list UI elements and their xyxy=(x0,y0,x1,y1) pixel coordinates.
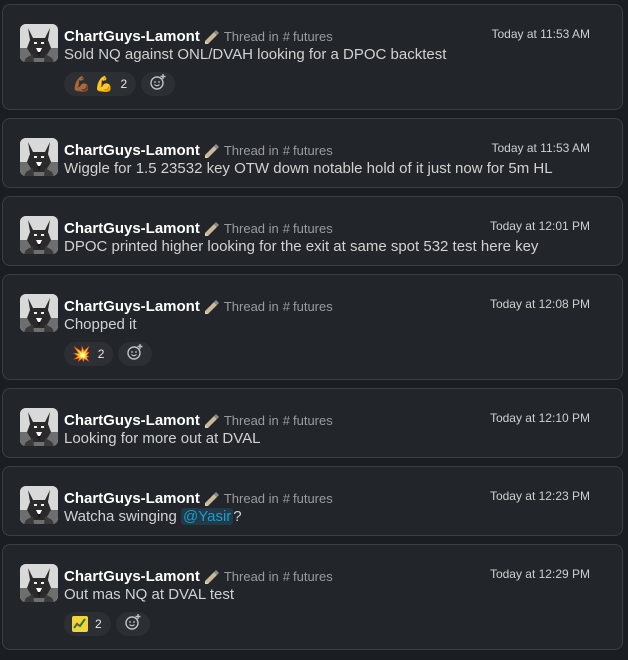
pencil-status-icon xyxy=(203,412,220,429)
message-card[interactable]: ChartGuys-Lamont Thread in # futures Tod… xyxy=(2,196,623,266)
hash-icon: # xyxy=(282,28,290,44)
pencil-status-icon xyxy=(203,298,220,315)
message-header: ChartGuys-Lamont Thread in # futures xyxy=(64,409,333,431)
reaction-pill[interactable]: 💥 2 xyxy=(64,342,114,366)
pencil-status-icon xyxy=(203,142,220,159)
author-name[interactable]: ChartGuys-Lamont xyxy=(64,490,200,507)
collision-emoji: 💥 xyxy=(72,345,91,363)
user-mention[interactable]: @Yasir xyxy=(181,508,234,525)
message-text: Chopped it xyxy=(64,316,137,333)
message-text-part: Watcha swinging xyxy=(64,508,181,525)
message-text: DPOC printed higher looking for the exit… xyxy=(64,238,539,255)
timestamp[interactable]: Today at 12:10 PM xyxy=(490,411,590,425)
channel-link[interactable]: futures xyxy=(293,569,333,584)
custom-chart-emoji xyxy=(72,616,88,632)
message-card[interactable]: ChartGuys-Lamont Thread in # futures Tod… xyxy=(2,388,623,458)
author-name[interactable]: ChartGuys-Lamont xyxy=(64,28,200,45)
message-text: Sold NQ against ONL/DVAH looking for a D… xyxy=(64,46,447,63)
reaction-pill[interactable]: 💪🏾 💪 2 xyxy=(64,72,137,96)
message-card[interactable]: ChartGuys-Lamont Thread in # futures Tod… xyxy=(2,4,623,110)
message-text: Wiggle for 1.5 23532 key OTW down notabl… xyxy=(64,160,553,177)
pencil-status-icon xyxy=(203,568,220,585)
timestamp[interactable]: Today at 12:01 PM xyxy=(490,219,590,233)
hash-icon: # xyxy=(282,568,290,584)
add-reaction-button[interactable] xyxy=(118,342,153,366)
add-reaction-button[interactable] xyxy=(115,612,150,636)
message-header: ChartGuys-Lamont Thread in # futures xyxy=(64,565,333,587)
channel-link[interactable]: futures xyxy=(293,413,333,428)
author-name[interactable]: ChartGuys-Lamont xyxy=(64,142,200,159)
timestamp[interactable]: Today at 12:29 PM xyxy=(490,567,590,581)
thread-prefix: Thread in xyxy=(223,28,279,44)
avatar[interactable] xyxy=(20,486,58,524)
hash-icon: # xyxy=(282,220,290,236)
message-header: ChartGuys-Lamont Thread in # futures xyxy=(64,295,333,317)
hash-icon: # xyxy=(282,142,290,158)
channel-link[interactable]: futures xyxy=(293,299,333,314)
message-header: ChartGuys-Lamont Thread in # futures xyxy=(64,25,333,47)
channel-link[interactable]: futures xyxy=(293,221,333,236)
avatar[interactable] xyxy=(20,408,58,446)
author-name[interactable]: ChartGuys-Lamont xyxy=(64,298,200,315)
pencil-status-icon xyxy=(203,28,220,45)
avatar[interactable] xyxy=(20,138,58,176)
channel-link[interactable]: futures xyxy=(293,29,333,44)
add-reaction-icon xyxy=(124,613,142,636)
channel-link[interactable]: futures xyxy=(293,143,333,158)
reaction-count: 2 xyxy=(95,617,102,631)
avatar[interactable] xyxy=(20,216,58,254)
timestamp[interactable]: Today at 12:23 PM xyxy=(490,489,590,503)
pencil-status-icon xyxy=(203,490,220,507)
avatar[interactable] xyxy=(20,294,58,332)
message-card[interactable]: ChartGuys-Lamont Thread in # futures Tod… xyxy=(2,274,623,380)
thread-prefix: Thread in xyxy=(223,220,279,236)
thread-prefix: Thread in xyxy=(223,568,279,584)
timestamp[interactable]: Today at 11:53 AM xyxy=(491,27,590,41)
add-reaction-icon xyxy=(149,73,167,96)
avatar[interactable] xyxy=(20,24,58,62)
message-text: Looking for more out at DVAL xyxy=(64,430,261,447)
thread-prefix: Thread in xyxy=(223,142,279,158)
message-header: ChartGuys-Lamont Thread in # futures xyxy=(64,139,333,161)
message-header: ChartGuys-Lamont Thread in # futures xyxy=(64,217,333,239)
message-card[interactable]: ChartGuys-Lamont Thread in # futures Tod… xyxy=(2,544,623,650)
reaction-count: 2 xyxy=(97,347,105,361)
channel-link[interactable]: futures xyxy=(293,491,333,506)
reaction-pill[interactable]: 2 xyxy=(64,612,111,636)
hash-icon: # xyxy=(282,490,290,506)
message-text-part: ? xyxy=(233,508,242,525)
hash-icon: # xyxy=(282,298,290,314)
message-card[interactable]: ChartGuys-Lamont Thread in # futures Tod… xyxy=(2,118,623,188)
reactions-bar: 💥 2 xyxy=(64,342,153,366)
timestamp[interactable]: Today at 12:08 PM xyxy=(490,297,590,311)
timestamp[interactable]: Today at 11:53 AM xyxy=(491,141,590,155)
thread-prefix: Thread in xyxy=(223,412,279,428)
message-card[interactable]: ChartGuys-Lamont Thread in # futures Tod… xyxy=(2,466,623,536)
add-reaction-button[interactable] xyxy=(141,72,176,96)
message-text: Watcha swinging @Yasir? xyxy=(64,508,242,525)
avatar[interactable] xyxy=(20,564,58,602)
thread-prefix: Thread in xyxy=(223,298,279,314)
add-reaction-icon xyxy=(126,343,144,366)
hash-icon: # xyxy=(282,412,290,428)
message-header: ChartGuys-Lamont Thread in # futures xyxy=(64,487,333,509)
reaction-count: 2 xyxy=(120,77,128,91)
flexed-biceps-emoji: 💪🏾 💪 xyxy=(72,75,114,93)
pencil-status-icon xyxy=(203,220,220,237)
reactions-bar: 2 xyxy=(64,612,150,636)
author-name[interactable]: ChartGuys-Lamont xyxy=(64,220,200,237)
author-name[interactable]: ChartGuys-Lamont xyxy=(64,412,200,429)
message-text: Out mas NQ at DVAL test xyxy=(64,586,235,603)
thread-prefix: Thread in xyxy=(223,490,279,506)
reactions-bar: 💪🏾 💪 2 xyxy=(64,72,176,96)
author-name[interactable]: ChartGuys-Lamont xyxy=(64,568,200,585)
